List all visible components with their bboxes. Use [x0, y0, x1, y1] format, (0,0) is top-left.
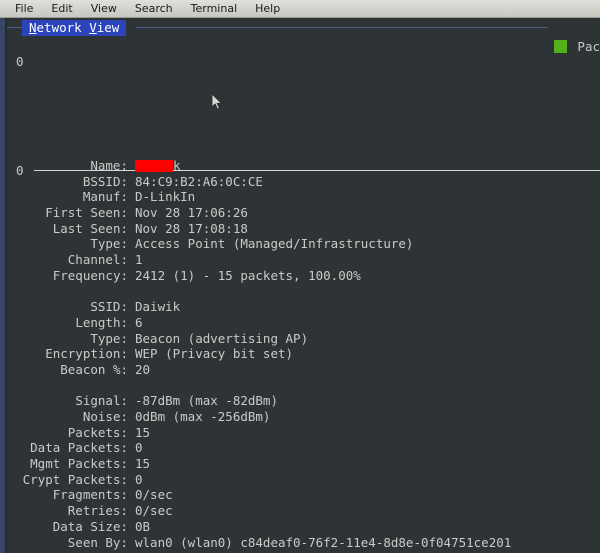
- menu-bar: File Edit View Search Terminal Help: [0, 0, 600, 18]
- detail-value: k: [128, 158, 181, 174]
- detail-row: Fragments: 0/sec: [7, 487, 600, 503]
- detail-row: Data Packets: 0: [7, 440, 600, 456]
- detail-value: Nov 28 17:08:18: [135, 220, 248, 236]
- detail-label: BSSID:: [82, 173, 128, 189]
- detail-row: First Seen: Nov 28 17:06:26: [7, 205, 600, 221]
- detail-label: Length:: [75, 314, 128, 330]
- detail-value: wlan0 (wlan0) c84deaf0-76f2-11e4-8d8e-0f…: [135, 534, 512, 550]
- detail-value: 15: [135, 424, 151, 440]
- detail-value-suffix: k: [173, 158, 181, 173]
- detail-label: Packets:: [67, 424, 128, 440]
- detail-row: Length: 6: [7, 315, 600, 331]
- detail-label: SSID:: [90, 299, 128, 315]
- detail-row: Data Size: 0B: [7, 519, 600, 535]
- detail-label: Fragments:: [52, 487, 128, 503]
- tab-rule-right: [136, 27, 548, 28]
- detail-row: Mgmt Packets: 15: [7, 456, 600, 472]
- tab-text-2: iew: [96, 20, 120, 35]
- detail-value: -87dBm (max -82dBm): [135, 393, 278, 409]
- detail-row: Name: k: [7, 158, 600, 174]
- detail-row: Crypt Packets: 0: [7, 472, 600, 488]
- detail-row: SSID: Daiwik: [7, 299, 600, 315]
- detail-value: 0dBm (max -256dBm): [135, 409, 271, 424]
- detail-label: Encryption:: [45, 346, 128, 362]
- detail-value: 0/sec: [135, 487, 173, 503]
- mouse-cursor-icon: [212, 94, 223, 110]
- detail-row-spacer: [7, 378, 600, 394]
- menu-item-search[interactable]: Search: [126, 0, 182, 18]
- detail-value: Access Point (Managed/Infrastructure): [135, 236, 414, 252]
- detail-label: Beacon %:: [60, 361, 128, 377]
- menu-item-file[interactable]: File: [6, 0, 42, 18]
- detail-label: Frequency:: [52, 267, 128, 283]
- detail-row: Channel: 1: [7, 252, 600, 268]
- detail-value: 84:C9:B2:A6:0C:CE: [135, 173, 263, 189]
- packet-rate-graph: 0 0: [7, 38, 600, 177]
- detail-label: Retries:: [67, 503, 128, 519]
- detail-label: Signal:: [75, 393, 128, 409]
- detail-value: 6: [135, 314, 143, 330]
- detail-value: 0B: [135, 518, 151, 534]
- detail-value: Nov 28 17:06:26: [135, 205, 248, 221]
- detail-value: 15: [135, 456, 151, 472]
- detail-value: Daiwik: [135, 299, 181, 315]
- detail-label: Mgmt Packets:: [30, 456, 128, 472]
- network-details-panel: Name: k BSSID: 84:C9:B2:A6:0C:CE Manuf: D-Lin…: [7, 158, 600, 550]
- tab-accel-n: N: [29, 20, 37, 35]
- redaction-box: [135, 160, 173, 172]
- detail-value: Beacon (advertising AP): [135, 330, 309, 346]
- detail-label: Noise:: [82, 409, 128, 424]
- detail-row: Beacon %: 20: [7, 362, 600, 378]
- detail-label: Seen By:: [67, 534, 128, 550]
- detail-label: Type:: [90, 330, 128, 346]
- detail-row: Type: Access Point (Managed/Infrastructur…: [7, 236, 600, 252]
- detail-label: Crypt Packets:: [22, 471, 128, 487]
- detail-value: 0: [135, 471, 143, 487]
- tab-text-1: etwork: [36, 20, 90, 35]
- detail-row-spacer: [7, 284, 600, 300]
- detail-label: Name:: [90, 158, 128, 173]
- detail-row: Seen By: wlan0 (wlan0) c84deaf0-76f2-11e4…: [7, 535, 600, 551]
- detail-row: Manuf: D-LinkIn: [7, 189, 600, 205]
- detail-row: Signal: -87dBm (max -82dBm): [7, 393, 600, 409]
- tab-accel-v: V: [89, 20, 97, 35]
- detail-value: D-LinkIn: [135, 189, 196, 205]
- menu-item-view[interactable]: View: [82, 0, 126, 18]
- detail-value: 2412 (1) - 15 packets, 100.00%: [135, 267, 361, 283]
- tab-network-view[interactable]: Network View: [22, 20, 127, 36]
- detail-value: 20: [135, 361, 151, 377]
- detail-label: Channel:: [67, 252, 128, 268]
- tab-bar: Network View: [0, 18, 600, 38]
- detail-value: 0/sec: [135, 503, 173, 519]
- detail-label: First Seen:: [45, 205, 128, 221]
- menu-item-terminal[interactable]: Terminal: [182, 0, 247, 18]
- terminal-window[interactable]: Network View Pac 0 0 Name: k BSSID: 84:C9:B…: [0, 18, 600, 553]
- detail-value: WEP (Privacy bit set): [135, 346, 294, 362]
- detail-label: Manuf:: [82, 189, 128, 205]
- detail-row: Last Seen: Nov 28 17:08:18: [7, 221, 600, 237]
- tab-rule-left: [7, 27, 22, 28]
- detail-row: Frequency: 2412 (1) - 15 packets, 100.00%: [7, 268, 600, 284]
- graph-axis-label-top: 0: [16, 54, 24, 69]
- detail-label: Data Size:: [52, 518, 128, 534]
- detail-row: Packets: 15: [7, 425, 600, 441]
- menu-item-edit[interactable]: Edit: [42, 0, 81, 18]
- detail-label: Data Packets:: [30, 440, 128, 456]
- detail-label: Last Seen:: [52, 220, 128, 236]
- detail-value: 1: [135, 252, 143, 268]
- detail-row: Retries: 0/sec: [7, 503, 600, 519]
- detail-row: Noise: 0dBm (max -256dBm): [7, 409, 600, 425]
- detail-row: Type: Beacon (advertising AP): [7, 331, 600, 347]
- detail-value: 0: [135, 440, 143, 456]
- detail-row: Encryption: WEP (Privacy bit set): [7, 346, 600, 362]
- detail-row: BSSID: 84:C9:B2:A6:0C:CE: [7, 174, 600, 190]
- detail-label: Type:: [90, 236, 128, 252]
- menu-item-help[interactable]: Help: [246, 0, 289, 18]
